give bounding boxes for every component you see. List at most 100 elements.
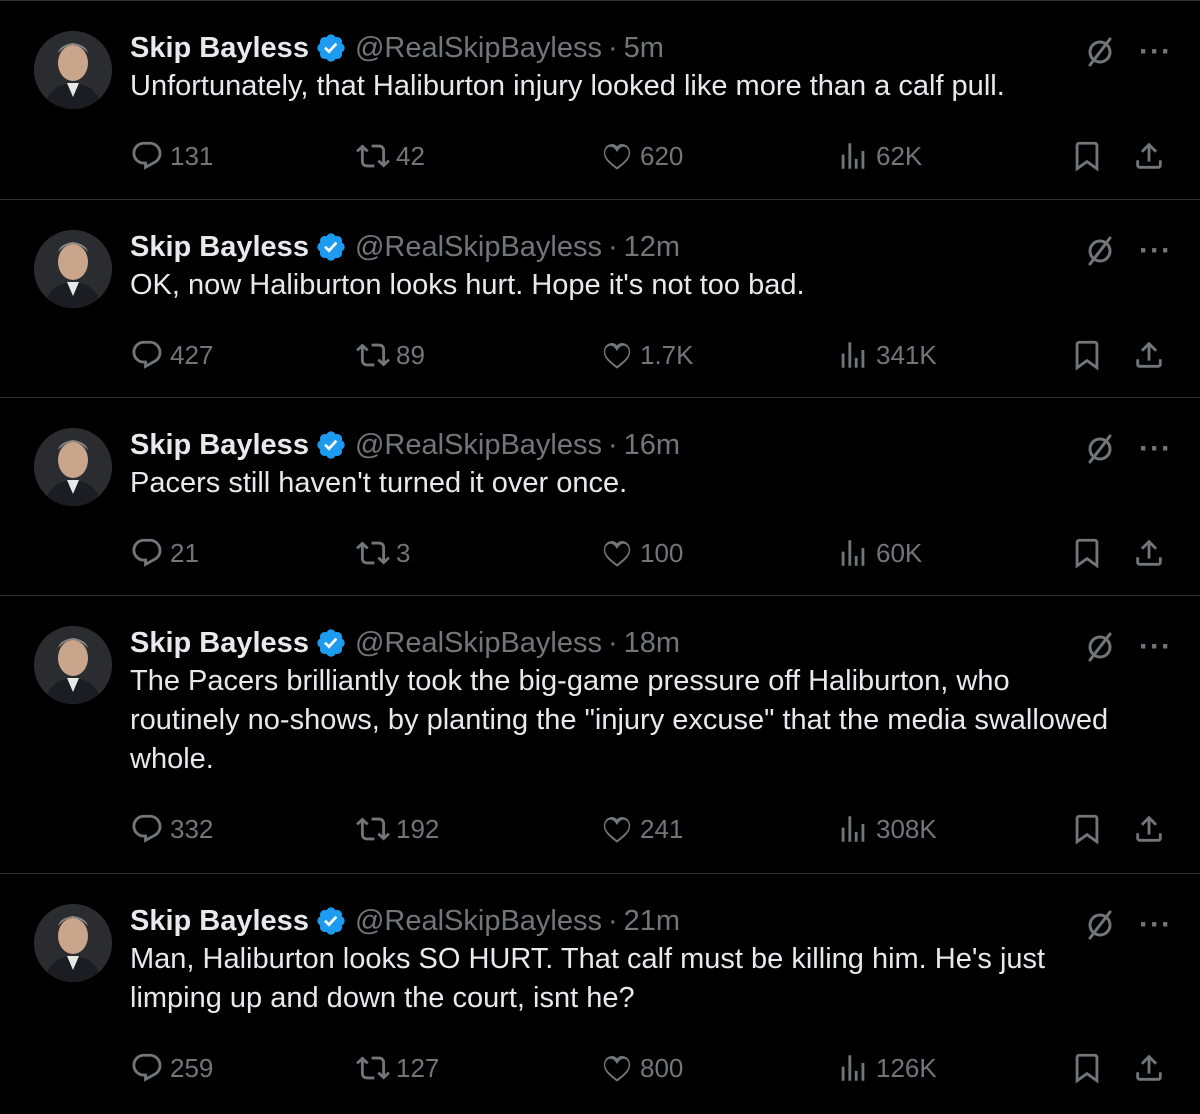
reply-count: 259 xyxy=(170,1052,214,1083)
share-icon xyxy=(1136,1054,1162,1081)
avatar[interactable] xyxy=(34,230,112,308)
display-name[interactable]: Skip Bayless xyxy=(130,428,309,462)
like-button[interactable]: 100 xyxy=(600,533,683,573)
like-button[interactable]: 241 xyxy=(600,809,683,849)
tweet-2[interactable]: Skip Bayless @RealSkipBayless · 12m ··· … xyxy=(0,199,1200,397)
bookmark-button[interactable] xyxy=(1070,335,1104,375)
avatar[interactable] xyxy=(34,904,112,982)
retweet-button[interactable]: 3 xyxy=(356,533,410,573)
grok-icon[interactable] xyxy=(1083,234,1117,268)
user-handle[interactable]: @RealSkipBayless xyxy=(355,230,602,264)
heart-icon xyxy=(603,540,631,567)
more-icon[interactable]: ··· xyxy=(1139,910,1172,940)
tweet-4[interactable]: Skip Bayless @RealSkipBayless · 18m ··· … xyxy=(0,595,1200,873)
retweet-count: 127 xyxy=(396,1052,440,1083)
share-icon xyxy=(1136,341,1162,368)
bookmark-button[interactable] xyxy=(1070,1048,1104,1088)
retweet-count: 192 xyxy=(396,813,440,844)
reply-icon xyxy=(132,340,162,369)
views-button[interactable]: 341K xyxy=(836,335,937,375)
timestamp[interactable]: 21m xyxy=(624,904,680,938)
reply-button[interactable]: 21 xyxy=(130,533,199,573)
share-button[interactable] xyxy=(1132,809,1166,849)
tweet-top-actions: ··· xyxy=(1083,432,1172,466)
verified-badge-icon xyxy=(315,32,347,64)
retweet-icon xyxy=(356,817,390,841)
bookmark-button[interactable] xyxy=(1070,533,1104,573)
retweet-button[interactable]: 89 xyxy=(356,335,425,375)
like-button[interactable]: 1.7K xyxy=(600,335,694,375)
share-button[interactable] xyxy=(1132,1048,1166,1088)
retweet-icon xyxy=(356,343,390,367)
more-icon[interactable]: ··· xyxy=(1139,434,1172,464)
timestamp[interactable]: 18m xyxy=(624,626,680,660)
grok-icon[interactable] xyxy=(1083,908,1117,942)
bookmark-button[interactable] xyxy=(1070,136,1104,176)
user-handle[interactable]: @RealSkipBayless xyxy=(355,31,602,65)
timestamp[interactable]: 12m xyxy=(624,230,680,264)
verified-badge-icon xyxy=(315,905,347,937)
retweet-button[interactable]: 42 xyxy=(356,136,425,176)
like-button[interactable]: 620 xyxy=(600,136,683,176)
tweet-1[interactable]: Skip Bayless @RealSkipBayless · 5m ··· U… xyxy=(0,0,1200,199)
tweet-top-actions: ··· xyxy=(1083,630,1172,664)
tweet-text: The Pacers brilliantly took the big-game… xyxy=(130,665,1109,775)
grok-icon[interactable] xyxy=(1083,432,1117,466)
view-count: 308K xyxy=(876,813,937,844)
tweet-actions: 21 3 100 60K xyxy=(130,533,1200,589)
avatar[interactable] xyxy=(34,31,112,109)
reply-button[interactable]: 427 xyxy=(130,335,213,375)
more-icon[interactable]: ··· xyxy=(1139,236,1172,266)
views-icon xyxy=(841,143,865,169)
user-handle[interactable]: @RealSkipBayless xyxy=(355,626,602,660)
timestamp[interactable]: 5m xyxy=(624,31,664,65)
display-name[interactable]: Skip Bayless xyxy=(130,904,309,938)
reply-count: 332 xyxy=(170,813,214,844)
tweet-text: OK, now Haliburton looks hurt. Hope it's… xyxy=(130,269,805,301)
view-count: 341K xyxy=(876,339,937,370)
share-button[interactable] xyxy=(1132,533,1166,573)
tweet-3[interactable]: Skip Bayless @RealSkipBayless · 16m ··· … xyxy=(0,397,1200,595)
retweet-button[interactable]: 127 xyxy=(356,1048,439,1088)
retweet-button[interactable]: 192 xyxy=(356,809,439,849)
views-button[interactable]: 62K xyxy=(836,136,922,176)
bookmark-icon xyxy=(1075,1053,1099,1084)
tweet-actions: 131 42 620 62K xyxy=(130,136,1200,192)
retweet-icon xyxy=(356,541,390,565)
more-icon[interactable]: ··· xyxy=(1139,632,1172,662)
reply-count: 427 xyxy=(170,339,214,370)
more-icon[interactable]: ··· xyxy=(1139,37,1172,67)
bookmark-icon xyxy=(1075,538,1099,569)
separator: · xyxy=(608,32,618,64)
reply-button[interactable]: 131 xyxy=(130,136,213,176)
grok-icon[interactable] xyxy=(1083,35,1117,69)
display-name[interactable]: Skip Bayless xyxy=(130,31,309,65)
tweet-header: Skip Bayless @RealSkipBayless · 16m xyxy=(130,428,1200,462)
heart-icon xyxy=(603,143,631,170)
grok-icon[interactable] xyxy=(1083,630,1117,664)
views-button[interactable]: 60K xyxy=(836,533,922,573)
bookmark-button[interactable] xyxy=(1070,809,1104,849)
avatar[interactable] xyxy=(34,626,112,704)
reply-count: 131 xyxy=(170,140,214,171)
separator: · xyxy=(608,627,618,659)
display-name[interactable]: Skip Bayless xyxy=(130,230,309,264)
share-button[interactable] xyxy=(1132,136,1166,176)
tweet-text: Pacers still haven't turned it over once… xyxy=(130,467,628,499)
tweet-5[interactable]: Skip Bayless @RealSkipBayless · 21m ··· … xyxy=(0,873,1200,1114)
like-button[interactable]: 800 xyxy=(600,1048,683,1088)
views-button[interactable]: 126K xyxy=(836,1048,937,1088)
reply-button[interactable]: 259 xyxy=(130,1048,213,1088)
like-count: 241 xyxy=(640,813,684,844)
avatar[interactable] xyxy=(34,428,112,506)
display-name[interactable]: Skip Bayless xyxy=(130,626,309,660)
views-icon xyxy=(841,540,865,566)
views-button[interactable]: 308K xyxy=(836,809,937,849)
bookmark-icon xyxy=(1075,814,1099,845)
user-handle[interactable]: @RealSkipBayless xyxy=(355,428,602,462)
tweet-actions: 427 89 1.7K 341K xyxy=(130,335,1200,391)
timestamp[interactable]: 16m xyxy=(624,428,680,462)
share-button[interactable] xyxy=(1132,335,1166,375)
user-handle[interactable]: @RealSkipBayless xyxy=(355,904,602,938)
reply-button[interactable]: 332 xyxy=(130,809,213,849)
